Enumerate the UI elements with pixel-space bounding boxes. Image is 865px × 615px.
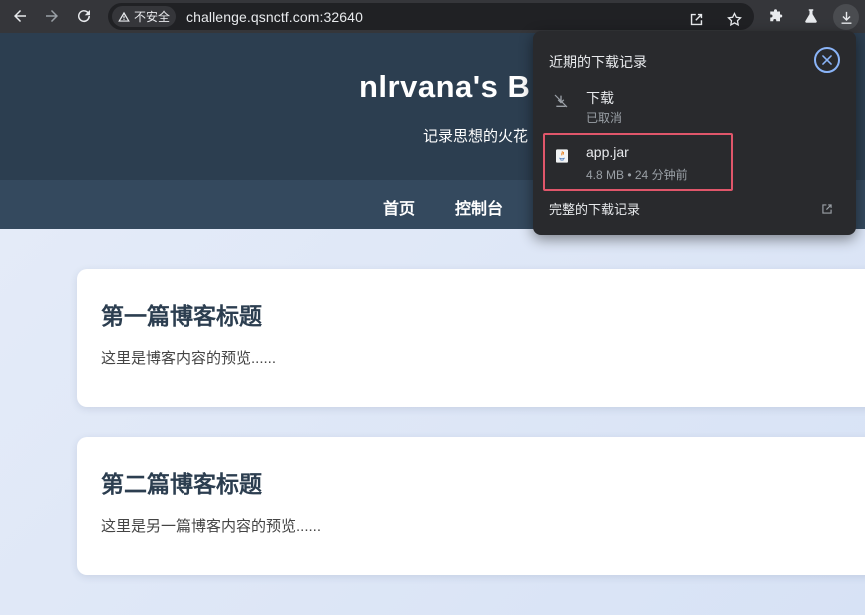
download-cancelled-icon <box>554 94 568 108</box>
extensions-button[interactable] <box>765 4 789 28</box>
download-item[interactable]: 下载 已取消 <box>543 81 733 133</box>
labs-button[interactable] <box>799 4 823 28</box>
open-external-icon[interactable] <box>820 202 834 216</box>
close-button[interactable] <box>814 47 840 73</box>
warning-icon <box>118 11 130 22</box>
labs-icon <box>805 9 817 23</box>
browser-toolbar: 不安全 challenge.qsnctf.com:32640 <box>0 0 865 33</box>
downloads-title: 近期的下载记录 <box>549 54 647 70</box>
site-info-chip[interactable]: 不安全 <box>112 6 177 27</box>
forward-icon <box>46 10 58 22</box>
post-preview: 这里是博客内容的预览...... <box>101 350 277 367</box>
back-button[interactable] <box>8 4 32 28</box>
download-name: 下载 <box>586 90 614 106</box>
security-label: 不安全 <box>134 10 171 24</box>
share-icon <box>690 13 702 25</box>
download-status: 已取消 <box>586 111 623 125</box>
reload-icon <box>78 10 91 23</box>
share-button[interactable] <box>684 7 708 31</box>
post-title[interactable]: 第一篇博客标题 <box>101 297 262 331</box>
forward-button[interactable] <box>40 4 64 28</box>
downloads-popup: 近期的下载记录 下载 已取消 app.jar 4.8 MB • 24 分钟前 完… <box>533 31 856 235</box>
site-title: nlrvana's B <box>359 69 531 104</box>
close-icon <box>822 55 832 65</box>
reload-button[interactable] <box>72 4 96 28</box>
download-status: 4.8 MB • 24 分钟前 <box>586 168 688 182</box>
post-preview: 这里是另一篇博客内容的预览...... <box>101 518 322 535</box>
nav-home-link[interactable]: 首页 <box>383 195 415 219</box>
downloads-button[interactable] <box>833 4 859 30</box>
download-item-highlighted[interactable]: app.jar 4.8 MB • 24 分钟前 <box>543 133 733 191</box>
post-card[interactable]: 第二篇博客标题 这里是另一篇博客内容的预览...... <box>77 437 865 575</box>
extensions-icon <box>770 9 783 22</box>
download-name: app.jar <box>586 144 629 160</box>
full-download-history-link[interactable]: 完整的下载记录 <box>549 199 640 218</box>
post-card[interactable]: 第一篇博客标题 这里是博客内容的预览...... <box>77 269 865 407</box>
url-text[interactable]: challenge.qsnctf.com:32640 <box>186 9 363 25</box>
post-title[interactable]: 第二篇博客标题 <box>101 465 262 499</box>
address-bar[interactable]: 不安全 challenge.qsnctf.com:32640 <box>108 3 754 30</box>
download-icon <box>841 11 851 24</box>
bookmark-button[interactable] <box>722 7 746 31</box>
main-content: 第一篇博客标题 这里是博客内容的预览...... 第二篇博客标题 这里是另一篇博… <box>0 229 865 615</box>
nav-console-link[interactable]: 控制台 <box>455 195 503 219</box>
java-file-icon <box>556 149 568 163</box>
star-icon <box>726 11 742 26</box>
back-icon <box>14 10 26 22</box>
site-tagline: 记录思想的火花 <box>423 128 529 145</box>
